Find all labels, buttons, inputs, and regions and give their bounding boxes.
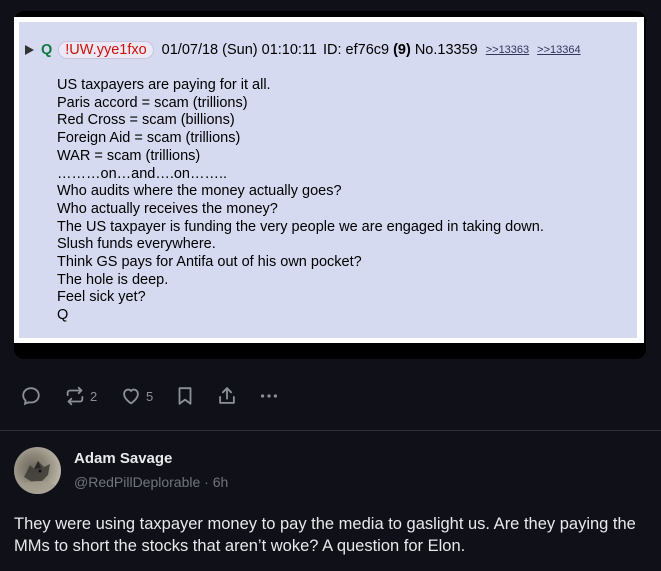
- post-line: Foreign Aid = scam (trillions): [57, 130, 241, 147]
- post-header: Q !UW.yye1fxo 01/07/18 (Sun) 01:10:11 ID…: [25, 40, 589, 60]
- reply-link[interactable]: >>13364: [537, 44, 580, 56]
- post-line: Who actually receives the money?: [57, 200, 278, 217]
- post-line: Feel sick yet?: [57, 289, 146, 306]
- post-line: Red Cross = scam (billions): [57, 112, 235, 129]
- repost-count: 2: [90, 388, 98, 404]
- post-line: Q: [57, 307, 69, 324]
- post-line: US taxpayers are paying for it all.: [57, 77, 271, 93]
- like-count: 5: [146, 388, 154, 404]
- action-bar: 2 5: [20, 383, 288, 409]
- meta-separator: ·: [204, 474, 209, 490]
- like-button[interactable]: 5: [120, 385, 174, 407]
- share-icon: [219, 387, 235, 404]
- post-date: 01/07/18 (Sun) 01:10:11: [161, 42, 317, 58]
- post-line: ………on…and….on……..: [57, 165, 228, 182]
- reply-link[interactable]: >>13363: [486, 44, 529, 56]
- more-dots-icon: [260, 394, 278, 398]
- poster-id: ID: ef76c9: [323, 42, 390, 58]
- reply-text: They were using taxpayer money to pay th…: [14, 515, 636, 555]
- post-line: WAR = scam (trillions): [57, 147, 201, 164]
- repost-arrows-icon: [66, 386, 84, 406]
- author-meta: @RedPillDeplorable · 6h: [74, 474, 228, 490]
- post-line: The hole is deep.: [57, 271, 169, 288]
- wolf-avatar-image: [20, 461, 55, 494]
- post-line: Paris accord = scam (trillions): [57, 94, 248, 111]
- divider: [0, 430, 661, 431]
- post-number[interactable]: No.13359: [415, 42, 478, 58]
- bookmark-icon: [178, 387, 192, 405]
- comment-bubble-icon: [22, 387, 40, 406]
- tripcode: !UW.yye1fxo: [58, 41, 154, 59]
- bookmark-button[interactable]: [174, 385, 216, 407]
- repost-button[interactable]: 2: [64, 385, 120, 407]
- avatar[interactable]: [14, 447, 61, 494]
- triangle-right-icon[interactable]: [25, 45, 34, 55]
- poster-name: Q: [41, 42, 53, 58]
- post-count: (9): [393, 42, 411, 58]
- reply-timestamp[interactable]: 6h: [213, 474, 229, 490]
- post-line: Slush funds everywhere.: [57, 236, 216, 253]
- reply-button[interactable]: [20, 385, 64, 407]
- share-button[interactable]: [216, 385, 258, 407]
- heart-icon: [123, 388, 139, 405]
- author-name[interactable]: Adam Savage: [74, 450, 172, 467]
- post-body: US taxpayers are paying for it all. Pari…: [57, 77, 632, 325]
- post-line: Who audits where the money actually goes…: [57, 183, 342, 200]
- post-line: Think GS pays for Antifa out of his own …: [57, 254, 362, 271]
- more-button[interactable]: [258, 385, 288, 407]
- post-line: The US taxpayer is funding the very peop…: [57, 218, 544, 235]
- author-handle[interactable]: @RedPillDeplorable: [74, 474, 200, 490]
